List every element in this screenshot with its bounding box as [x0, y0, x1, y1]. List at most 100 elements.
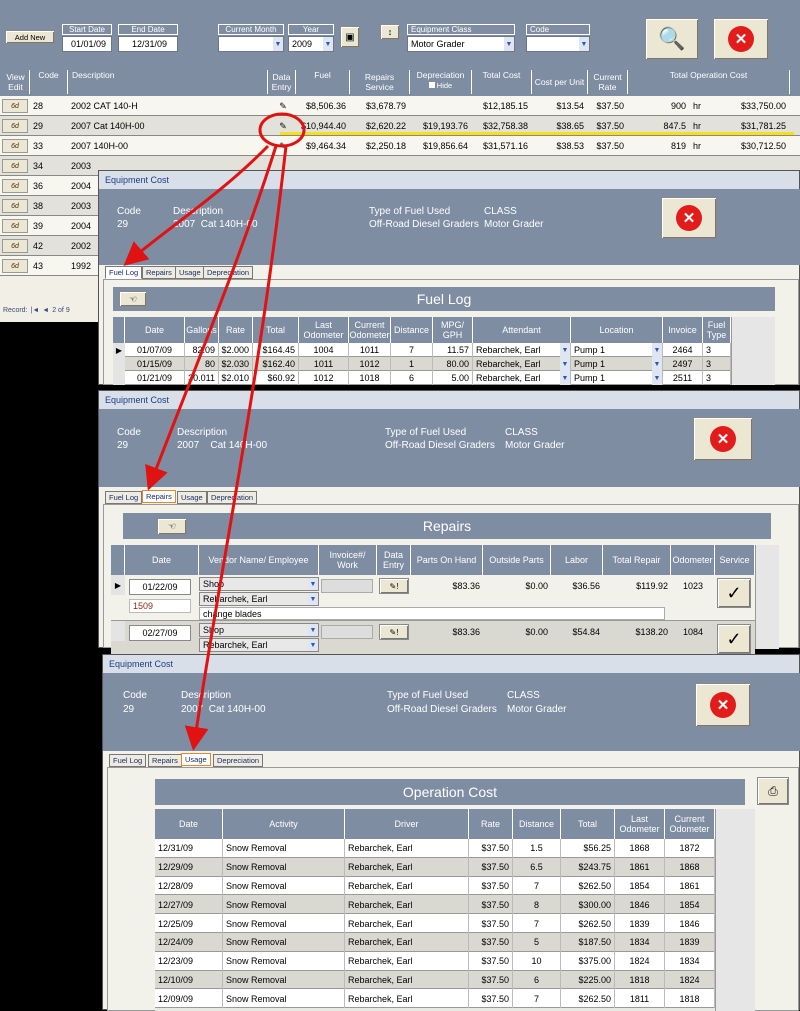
record-selector[interactable]: ▶ [111, 575, 125, 595]
hide-checkbox[interactable]: Hide [410, 81, 471, 91]
table-row[interactable]: 12/23/09 Snow Removal Rebarchek, Earl $37.5… [155, 951, 715, 971]
start-date-input[interactable]: 01/01/09 [62, 36, 112, 52]
first-record-icon[interactable]: |◄ [31, 307, 40, 314]
table-row[interactable]: ▶ 01/07/09 82.09 $2.000 $164.45 1004 1011 7 11.5… [113, 343, 731, 357]
close-window-button[interactable]: ✕ [693, 417, 753, 461]
data-entry-button[interactable]: ✎ [276, 100, 290, 112]
cell-9[interactable]: Pump 1 ▼ [571, 357, 663, 371]
chevron-down-icon[interactable]: ▼ [560, 357, 570, 371]
cell-8[interactable]: Rebarchek, Earl ▼ [473, 357, 571, 371]
record-selector[interactable]: ▶ [113, 343, 125, 357]
chevron-down-icon[interactable]: ▼ [273, 37, 283, 51]
chevron-down-icon[interactable]: ▼ [579, 37, 589, 51]
employee-select[interactable]: Rebarchek, Earl ▼ [199, 592, 319, 606]
close-window-button[interactable]: ✕ [695, 683, 751, 727]
data-entry-button[interactable]: ✎! [379, 624, 409, 640]
year-select[interactable]: 2009 ▼ [288, 36, 334, 52]
service-checkbox[interactable]: ✓ [717, 624, 751, 654]
table-row[interactable]: 12/29/09 Snow Removal Rebarchek, Earl $37.5… [155, 857, 715, 877]
data-entry-button[interactable]: ✎! [379, 578, 409, 594]
table-row[interactable]: 12/09/09 Snow Removal Rebarchek, Earl $37.5… [155, 989, 715, 1009]
table-row[interactable]: 12/10/09 Snow Removal Rebarchek, Earl $37.5… [155, 970, 715, 990]
table-row[interactable]: 6d 33 2007 140H-00 $9,464.34 $2,250.18 $19,85… [0, 136, 800, 156]
date-field[interactable]: 02/27/09 [129, 625, 191, 641]
equip-class-select[interactable]: Motor Grader ▼ [407, 36, 515, 52]
data-entry-button[interactable]: ✎ [276, 140, 290, 152]
table-row[interactable]: 01/15/09 80 $2.030 $162.40 1011 1012 1 80.00 Reb… [113, 357, 731, 371]
table-row[interactable]: 12/28/09 Snow Removal Rebarchek, Earl $37.5… [155, 876, 715, 896]
vertical-scrollbar[interactable] [731, 317, 775, 385]
tab-depreciation[interactable]: Depreciation [207, 491, 258, 504]
cell-9[interactable]: Pump 1 ▼ [571, 343, 663, 357]
chevron-down-icon[interactable]: ▼ [308, 639, 318, 651]
chevron-down-icon[interactable]: ▼ [308, 624, 318, 636]
end-date-input[interactable]: 12/31/09 [118, 36, 178, 52]
tab-depreciation[interactable]: Depreciation [213, 754, 264, 767]
cell-9[interactable]: Pump 1 ▼ [571, 371, 663, 385]
record-selector[interactable] [113, 357, 125, 371]
view-edit-button[interactable]: 6d [2, 259, 28, 273]
chevron-down-icon[interactable]: ▼ [652, 371, 662, 385]
repairs-undo-button[interactable]: ☜ [157, 518, 187, 535]
tab-usage[interactable]: Usage [177, 491, 207, 504]
cell-8[interactable]: Rebarchek, Earl ▼ [473, 371, 571, 385]
prev-record-icon[interactable]: ◄ [42, 307, 49, 314]
table-row[interactable]: 01/21/09 30.011 $2.010 $60.92 1012 1018 6 5.00 R… [113, 371, 731, 385]
chevron-down-icon[interactable]: ▼ [652, 343, 662, 357]
tab-repairs[interactable]: Repairs [142, 266, 176, 279]
record-nav[interactable]: Record: |◄ ◄ 2 of 9 [0, 304, 96, 316]
employee-select[interactable]: Rebarchek, Earl ▼ [199, 638, 319, 652]
tab-fuel-log[interactable]: Fuel Log [105, 491, 143, 504]
vendor-select[interactable]: Shop ▼ [199, 623, 319, 637]
chevron-down-icon[interactable]: ▼ [652, 357, 662, 371]
chevron-down-icon[interactable]: ▼ [308, 578, 318, 590]
tab-usage[interactable]: Usage [175, 266, 205, 279]
fuel-log-undo-button[interactable]: ☜ [119, 291, 147, 307]
refresh-button[interactable]: ▣ [340, 26, 360, 48]
view-edit-button[interactable]: 6d [2, 199, 28, 213]
table-row[interactable]: 12/31/09 Snow Removal Rebarchek, Earl $37.5… [155, 839, 715, 858]
vendor-select[interactable]: Shop ▼ [199, 577, 319, 591]
view-edit-button[interactable]: 6d [2, 239, 28, 253]
tab-depreciation[interactable]: Depreciation [203, 266, 254, 279]
service-checkbox[interactable]: ✓ [717, 578, 751, 608]
close-window-button[interactable]: ✕ [661, 197, 717, 239]
data-entry-button[interactable]: ✎ [276, 120, 290, 132]
date-field[interactable]: 01/22/09 [129, 579, 191, 595]
tab-repairs[interactable]: Repairs [148, 754, 182, 767]
print-button[interactable]: ⎙ [757, 777, 789, 805]
chevron-down-icon[interactable]: ▼ [308, 593, 318, 605]
vertical-scrollbar[interactable] [715, 809, 755, 1011]
table-row[interactable]: 12/24/09 Snow Removal Rebarchek, Earl $37.5… [155, 933, 715, 952]
view-edit-button[interactable]: 6d [2, 139, 28, 153]
cell-8[interactable]: Rebarchek, Earl ▼ [473, 343, 571, 357]
view-edit-button[interactable]: 6d [2, 119, 28, 133]
table-row[interactable]: ▶ 01/22/09 1509 Shop ▼ Rebarchek, Earl ▼ change… [111, 575, 755, 621]
chevron-down-icon[interactable]: ▼ [560, 343, 570, 357]
vertical-scrollbar[interactable] [755, 545, 779, 649]
record-selector[interactable] [113, 371, 125, 385]
preview-report-button[interactable]: 🔍 [645, 18, 699, 60]
hide-box[interactable] [428, 82, 435, 88]
tab-repairs[interactable]: Repairs [142, 490, 176, 503]
tab-usage[interactable]: Usage [181, 753, 211, 766]
invoice-field[interactable] [321, 579, 373, 593]
record-selector[interactable] [111, 621, 125, 641]
tab-fuel-log[interactable]: Fuel Log [109, 754, 147, 767]
view-edit-button[interactable]: 6d [2, 99, 28, 113]
invoice-field[interactable] [321, 625, 373, 639]
table-row[interactable]: 12/25/09 Snow Removal Rebarchek, Earl $37.5… [155, 914, 715, 933]
sort-button[interactable]: ↕ [380, 24, 400, 40]
table-row[interactable]: 6d 28 2002 CAT 140-H $8,506.36 $3,678.79 $12,… [0, 96, 800, 116]
chevron-down-icon[interactable]: ▼ [323, 37, 333, 51]
repair-note[interactable]: change blades [199, 607, 665, 620]
view-edit-button[interactable]: 6d [2, 219, 28, 233]
view-edit-button[interactable]: 6d [2, 159, 28, 173]
close-main-button[interactable]: ✕ [713, 18, 769, 60]
table-row[interactable]: 12/27/09 Snow Removal Rebarchek, Earl $37.5… [155, 895, 715, 915]
chevron-down-icon[interactable]: ▼ [504, 37, 514, 51]
tab-fuel-log[interactable]: Fuel Log [105, 266, 143, 279]
add-new-button[interactable]: Add New [5, 30, 55, 44]
view-edit-button[interactable]: 6d [2, 179, 28, 193]
current-month-select[interactable]: ▼ [218, 36, 284, 52]
